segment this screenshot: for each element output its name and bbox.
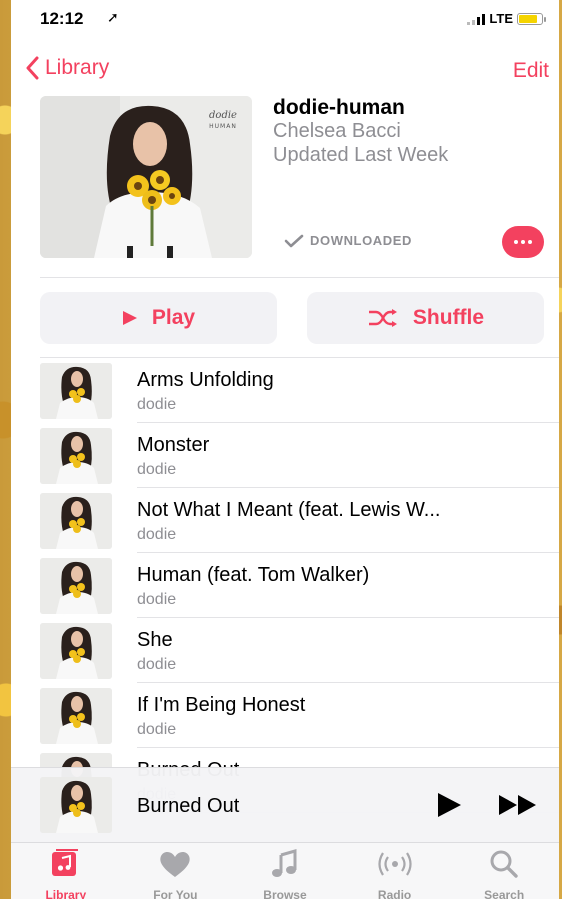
track-row[interactable]: Human (feat. Tom Walker) dodie (11, 553, 559, 618)
album-title: dodie-human (273, 96, 405, 119)
play-button-label: Play (151, 306, 196, 329)
tab-radio[interactable]: Radio (340, 843, 450, 899)
checkmark-icon (284, 234, 304, 247)
radio-icon (377, 849, 413, 884)
download-status-label: DOWNLOADED (310, 233, 413, 248)
track-artwork (40, 623, 112, 679)
tab-label: For You (153, 888, 198, 899)
track-row[interactable]: Monster dodie (11, 423, 559, 488)
status-time: 12:12 (40, 9, 84, 28)
track-artwork (40, 428, 112, 484)
track-title: She (137, 629, 173, 651)
track-artist: dodie (137, 591, 177, 608)
now-playing-artwork (40, 777, 112, 833)
tab-label: Browse (263, 888, 307, 899)
tab-label: Radio (377, 888, 412, 899)
search-icon (486, 849, 522, 884)
album-curator: Chelsea Bacci (273, 120, 401, 142)
music-note-icon (267, 849, 303, 884)
play-icon (122, 311, 137, 325)
tab-search[interactable]: Search (449, 843, 559, 899)
tab-library[interactable]: Library (11, 843, 121, 899)
track-artist: dodie (137, 656, 177, 673)
tab-label: Search (484, 888, 525, 899)
battery-icon (517, 12, 546, 25)
download-status: DOWNLOADED (284, 233, 412, 248)
back-button-label: Library (45, 56, 110, 79)
play-button[interactable]: Play (40, 292, 277, 344)
status-bar: 12:12 ➚ LTE (11, 0, 559, 36)
tab-bar: Library For You Browse Radio Search (11, 842, 559, 899)
status-indicators: LTE (467, 11, 546, 26)
artwork-subtitle-text: HUMAN (209, 123, 237, 130)
track-list: Arms Unfolding dodie Monster dodie Not W… (11, 358, 559, 813)
track-row[interactable]: If I'm Being Honest dodie (11, 683, 559, 748)
track-row[interactable]: She dodie (11, 618, 559, 683)
track-artwork (40, 688, 112, 744)
track-title: Monster (137, 434, 210, 456)
now-playing-title: Burned Out (137, 795, 240, 817)
edit-button[interactable]: Edit (513, 59, 549, 83)
track-artist: dodie (137, 461, 177, 478)
next-track-icon[interactable] (497, 793, 539, 817)
shuffle-icon (368, 309, 397, 327)
track-title: Not What I Meant (feat. Lewis W... (137, 499, 441, 521)
play-icon[interactable] (435, 791, 463, 819)
track-title: If I'm Being Honest (137, 694, 306, 716)
track-row[interactable]: Arms Unfolding dodie (11, 358, 559, 423)
track-title: Arms Unfolding (137, 369, 274, 391)
album-updated: Updated Last Week (273, 144, 449, 166)
shuffle-button-label: Shuffle (412, 306, 485, 329)
album-artwork: dodie HUMAN (40, 96, 252, 258)
ellipsis-icon (514, 240, 518, 244)
track-artwork (40, 558, 112, 614)
heart-icon (157, 849, 193, 884)
back-button[interactable]: Library (25, 56, 109, 80)
location-icon: ➚ (107, 9, 119, 25)
shuffle-button[interactable]: Shuffle (307, 292, 544, 344)
tab-for-you[interactable]: For You (121, 843, 231, 899)
chevron-left-icon (26, 56, 39, 80)
battery-level (519, 14, 537, 23)
signal-icon (467, 13, 486, 25)
navigation-bar: Library Edit (11, 52, 559, 88)
more-options-button[interactable] (502, 226, 544, 258)
track-artwork (40, 493, 112, 549)
artwork-title-text: dodie (209, 110, 237, 121)
track-artist: dodie (137, 396, 177, 413)
tab-browse[interactable]: Browse (230, 843, 340, 899)
track-artwork (40, 363, 112, 419)
phone-screen: 12:12 ➚ LTE Library Edit dodie HUMAN dod… (11, 0, 559, 899)
network-type: LTE (489, 11, 513, 26)
tab-label: Library (45, 888, 87, 899)
divider (40, 277, 559, 278)
track-title: Human (feat. Tom Walker) (137, 564, 370, 586)
mini-player[interactable]: Burned Out (11, 767, 559, 842)
library-icon (48, 849, 84, 884)
track-artist: dodie (137, 721, 177, 738)
track-row[interactable]: Not What I Meant (feat. Lewis W... dodie (11, 488, 559, 553)
track-artist: dodie (137, 526, 177, 543)
